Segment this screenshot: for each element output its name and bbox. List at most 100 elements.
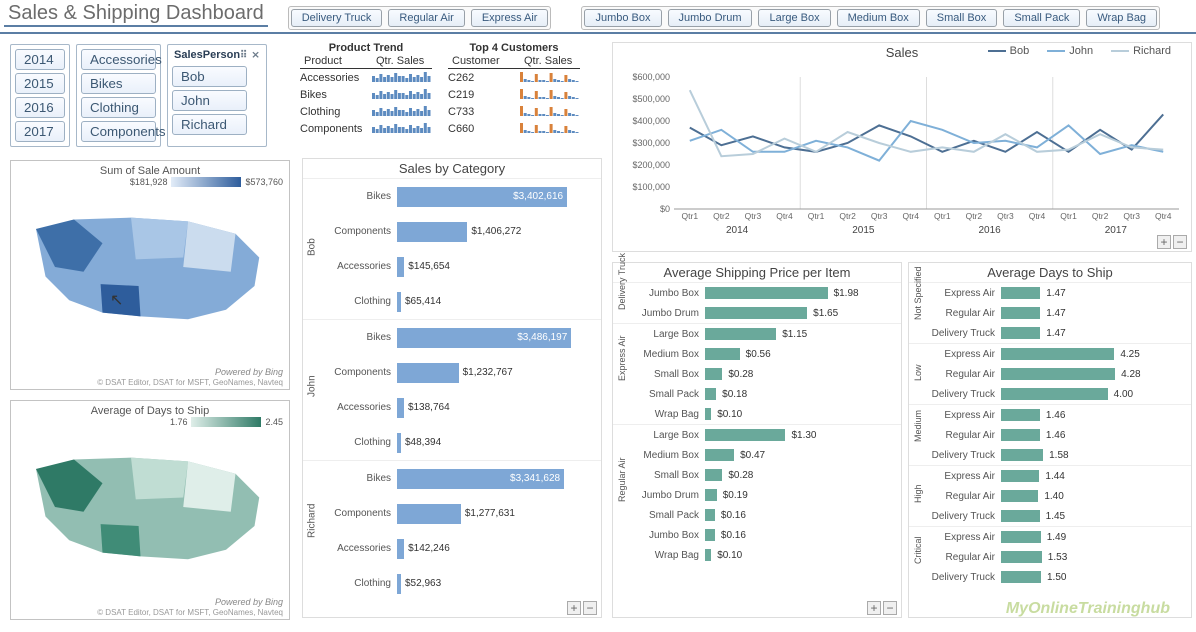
container-pill-small-pack[interactable]: Small Pack <box>1003 9 1080 27</box>
map2-legend-max: 2.45 <box>265 417 283 427</box>
svg-text:Qtr2: Qtr2 <box>839 211 856 221</box>
sbc-bar: Bikes $3,402,616 <box>325 179 601 214</box>
avg-days-to-ship-chart[interactable]: Average Days to Ship Not Specified Expre… <box>908 262 1192 618</box>
sp-zoom-in-icon[interactable]: + <box>867 601 881 615</box>
col-product: Product <box>300 54 372 68</box>
svg-text:Qtr3: Qtr3 <box>1123 211 1140 221</box>
category-btn-bikes[interactable]: Bikes <box>81 73 156 94</box>
svg-text:Qtr4: Qtr4 <box>776 211 793 221</box>
map1-attrib: © DSAT Editor, DSAT for MSFT, GeoNames, … <box>97 378 283 387</box>
sales-line-chart[interactable]: Sales Bob John Richard $0$100,000$200,00… <box>612 42 1192 252</box>
multiselect-icon[interactable]: ⠿ <box>240 50 247 61</box>
clear-filter-icon[interactable]: ⨯ <box>251 50 259 61</box>
teal-bar: Regular Air 4.28 <box>929 364 1191 384</box>
teal-bar: Regular Air 1.47 <box>929 303 1191 323</box>
legend-richard: Richard <box>1111 45 1171 57</box>
svg-text:Qtr2: Qtr2 <box>966 211 983 221</box>
sbc-bar: Accessories $145,654 <box>325 249 601 284</box>
year-btn-2014[interactable]: 2014 <box>15 49 65 70</box>
map1-legend-min: $181,928 <box>130 177 168 187</box>
container-pill-large-box[interactable]: Large Box <box>758 9 830 27</box>
teal-bar: Delivery Truck 1.47 <box>929 323 1191 343</box>
product-trend-row: Accessories <box>300 69 432 86</box>
zoom-out-icon[interactable]: − <box>583 601 597 615</box>
teal-bar: Small Pack $0.16 <box>633 505 901 525</box>
svg-text:Qtr1: Qtr1 <box>934 211 951 221</box>
line-zoom-in-icon[interactable]: + <box>1157 235 1171 249</box>
zoom-in-icon[interactable]: + <box>567 601 581 615</box>
ship-mode-pill-delivery-truck[interactable]: Delivery Truck <box>291 9 383 27</box>
category-btn-clothing[interactable]: Clothing <box>81 97 156 118</box>
teal-bar: Medium Box $0.56 <box>633 344 901 364</box>
svg-text:Qtr3: Qtr3 <box>871 211 888 221</box>
teal-bar: Express Air 1.46 <box>929 405 1191 425</box>
svg-text:$300,000: $300,000 <box>632 138 670 148</box>
line-zoom-out-icon[interactable]: − <box>1173 235 1187 249</box>
teal-bar: Jumbo Drum $0.19 <box>633 485 901 505</box>
salesperson-header: SalesPerson <box>174 49 240 61</box>
legend-john: John <box>1047 45 1093 57</box>
svg-text:$600,000: $600,000 <box>632 72 670 82</box>
teal-bar: Delivery Truck 1.45 <box>929 506 1191 526</box>
product-trend-row: Clothing <box>300 103 432 120</box>
sales-legend: Bob John Richard <box>988 45 1171 57</box>
us-map-icon <box>17 187 283 347</box>
map2-legend-min: 1.76 <box>170 417 188 427</box>
ship-mode-slicer: Delivery Truck Regular Air Express Air <box>288 6 552 30</box>
category-btn-accessories[interactable]: Accessories <box>81 49 156 70</box>
container-pill-jumbo-box[interactable]: Jumbo Box <box>584 9 661 27</box>
svg-text:$400,000: $400,000 <box>632 116 670 126</box>
salesperson-slicer: SalesPerson ⠿ ⨯ Bob John Richard <box>167 44 267 147</box>
svg-text:Qtr3: Qtr3 <box>745 211 762 221</box>
teal-bar: Delivery Truck 4.00 <box>929 384 1191 404</box>
teal-bar: Large Box $1.30 <box>633 425 901 445</box>
col-customer: Customer <box>448 54 520 68</box>
year-btn-2015[interactable]: 2015 <box>15 73 65 94</box>
ship-days-title: Average Days to Ship <box>909 263 1191 282</box>
sales-by-category-chart[interactable]: Sales by Category Bob Bikes $3,402,616 C… <box>302 158 602 618</box>
svg-text:Qtr1: Qtr1 <box>808 211 825 221</box>
ship-mode-pill-regular-air[interactable]: Regular Air <box>388 9 464 27</box>
top-customer-row: C219 <box>448 86 580 103</box>
teal-bar: Wrap Bag $0.10 <box>633 545 901 565</box>
svg-text:Qtr1: Qtr1 <box>1060 211 1077 221</box>
year-btn-2016[interactable]: 2016 <box>15 97 65 118</box>
svg-text:$0: $0 <box>660 204 670 214</box>
product-trend-table: Product Trend ProductQtr. Sales Accessor… <box>300 42 432 137</box>
col-qtr-sales: Qtr. Sales <box>372 54 432 68</box>
sbc-bar: Bikes $3,486,197 <box>325 320 601 355</box>
person-btn-bob[interactable]: Bob <box>172 66 247 87</box>
ship-price-title: Average Shipping Price per Item <box>613 263 901 282</box>
year-btn-2017[interactable]: 2017 <box>15 121 65 142</box>
page-title: Sales & Shipping Dashboard <box>4 2 268 27</box>
sales-map[interactable]: Sum of Sale Amount $181,928$573,760 Powe… <box>10 160 290 390</box>
person-btn-richard[interactable]: Richard <box>172 114 247 135</box>
legend-bob: Bob <box>988 45 1030 57</box>
days-map[interactable]: Average of Days to Ship 1.762.45 Powered… <box>10 400 290 620</box>
container-pill-wrap-bag[interactable]: Wrap Bag <box>1086 9 1157 27</box>
teal-bar: Express Air 1.44 <box>929 466 1191 486</box>
container-pill-jumbo-drum[interactable]: Jumbo Drum <box>668 9 753 27</box>
top-customers-title: Top 4 Customers <box>448 42 580 54</box>
person-btn-john[interactable]: John <box>172 90 247 111</box>
container-pill-small-box[interactable]: Small Box <box>926 9 998 27</box>
teal-bar: Express Air 1.49 <box>929 527 1191 547</box>
container-pill-medium-box[interactable]: Medium Box <box>837 9 920 27</box>
category-btn-components[interactable]: Components <box>81 121 156 142</box>
sbc-bar: Clothing $48,394 <box>325 425 601 460</box>
ship-mode-pill-express-air[interactable]: Express Air <box>471 9 549 27</box>
sbc-bar: Components $1,277,631 <box>325 496 601 531</box>
teal-bar: Small Box $0.28 <box>633 465 901 485</box>
year-slicer: 2014 2015 2016 2017 <box>10 44 70 147</box>
svg-text:Qtr4: Qtr4 <box>902 211 919 221</box>
avg-shipping-price-chart[interactable]: Average Shipping Price per Item Delivery… <box>612 262 902 618</box>
svg-text:$200,000: $200,000 <box>632 160 670 170</box>
sp-zoom-out-icon[interactable]: − <box>883 601 897 615</box>
days-map-title: Average of Days to Ship <box>17 405 283 417</box>
sbc-bar: Clothing $65,414 <box>325 284 601 319</box>
col-cust-qtr: Qtr. Sales <box>520 54 580 68</box>
container-slicer: Jumbo Box Jumbo Drum Large Box Medium Box Sm… <box>581 6 1160 30</box>
top-customer-row: C660 <box>448 120 580 137</box>
svg-text:2016: 2016 <box>979 225 1002 236</box>
teal-bar: Jumbo Drum $1.65 <box>633 303 901 323</box>
